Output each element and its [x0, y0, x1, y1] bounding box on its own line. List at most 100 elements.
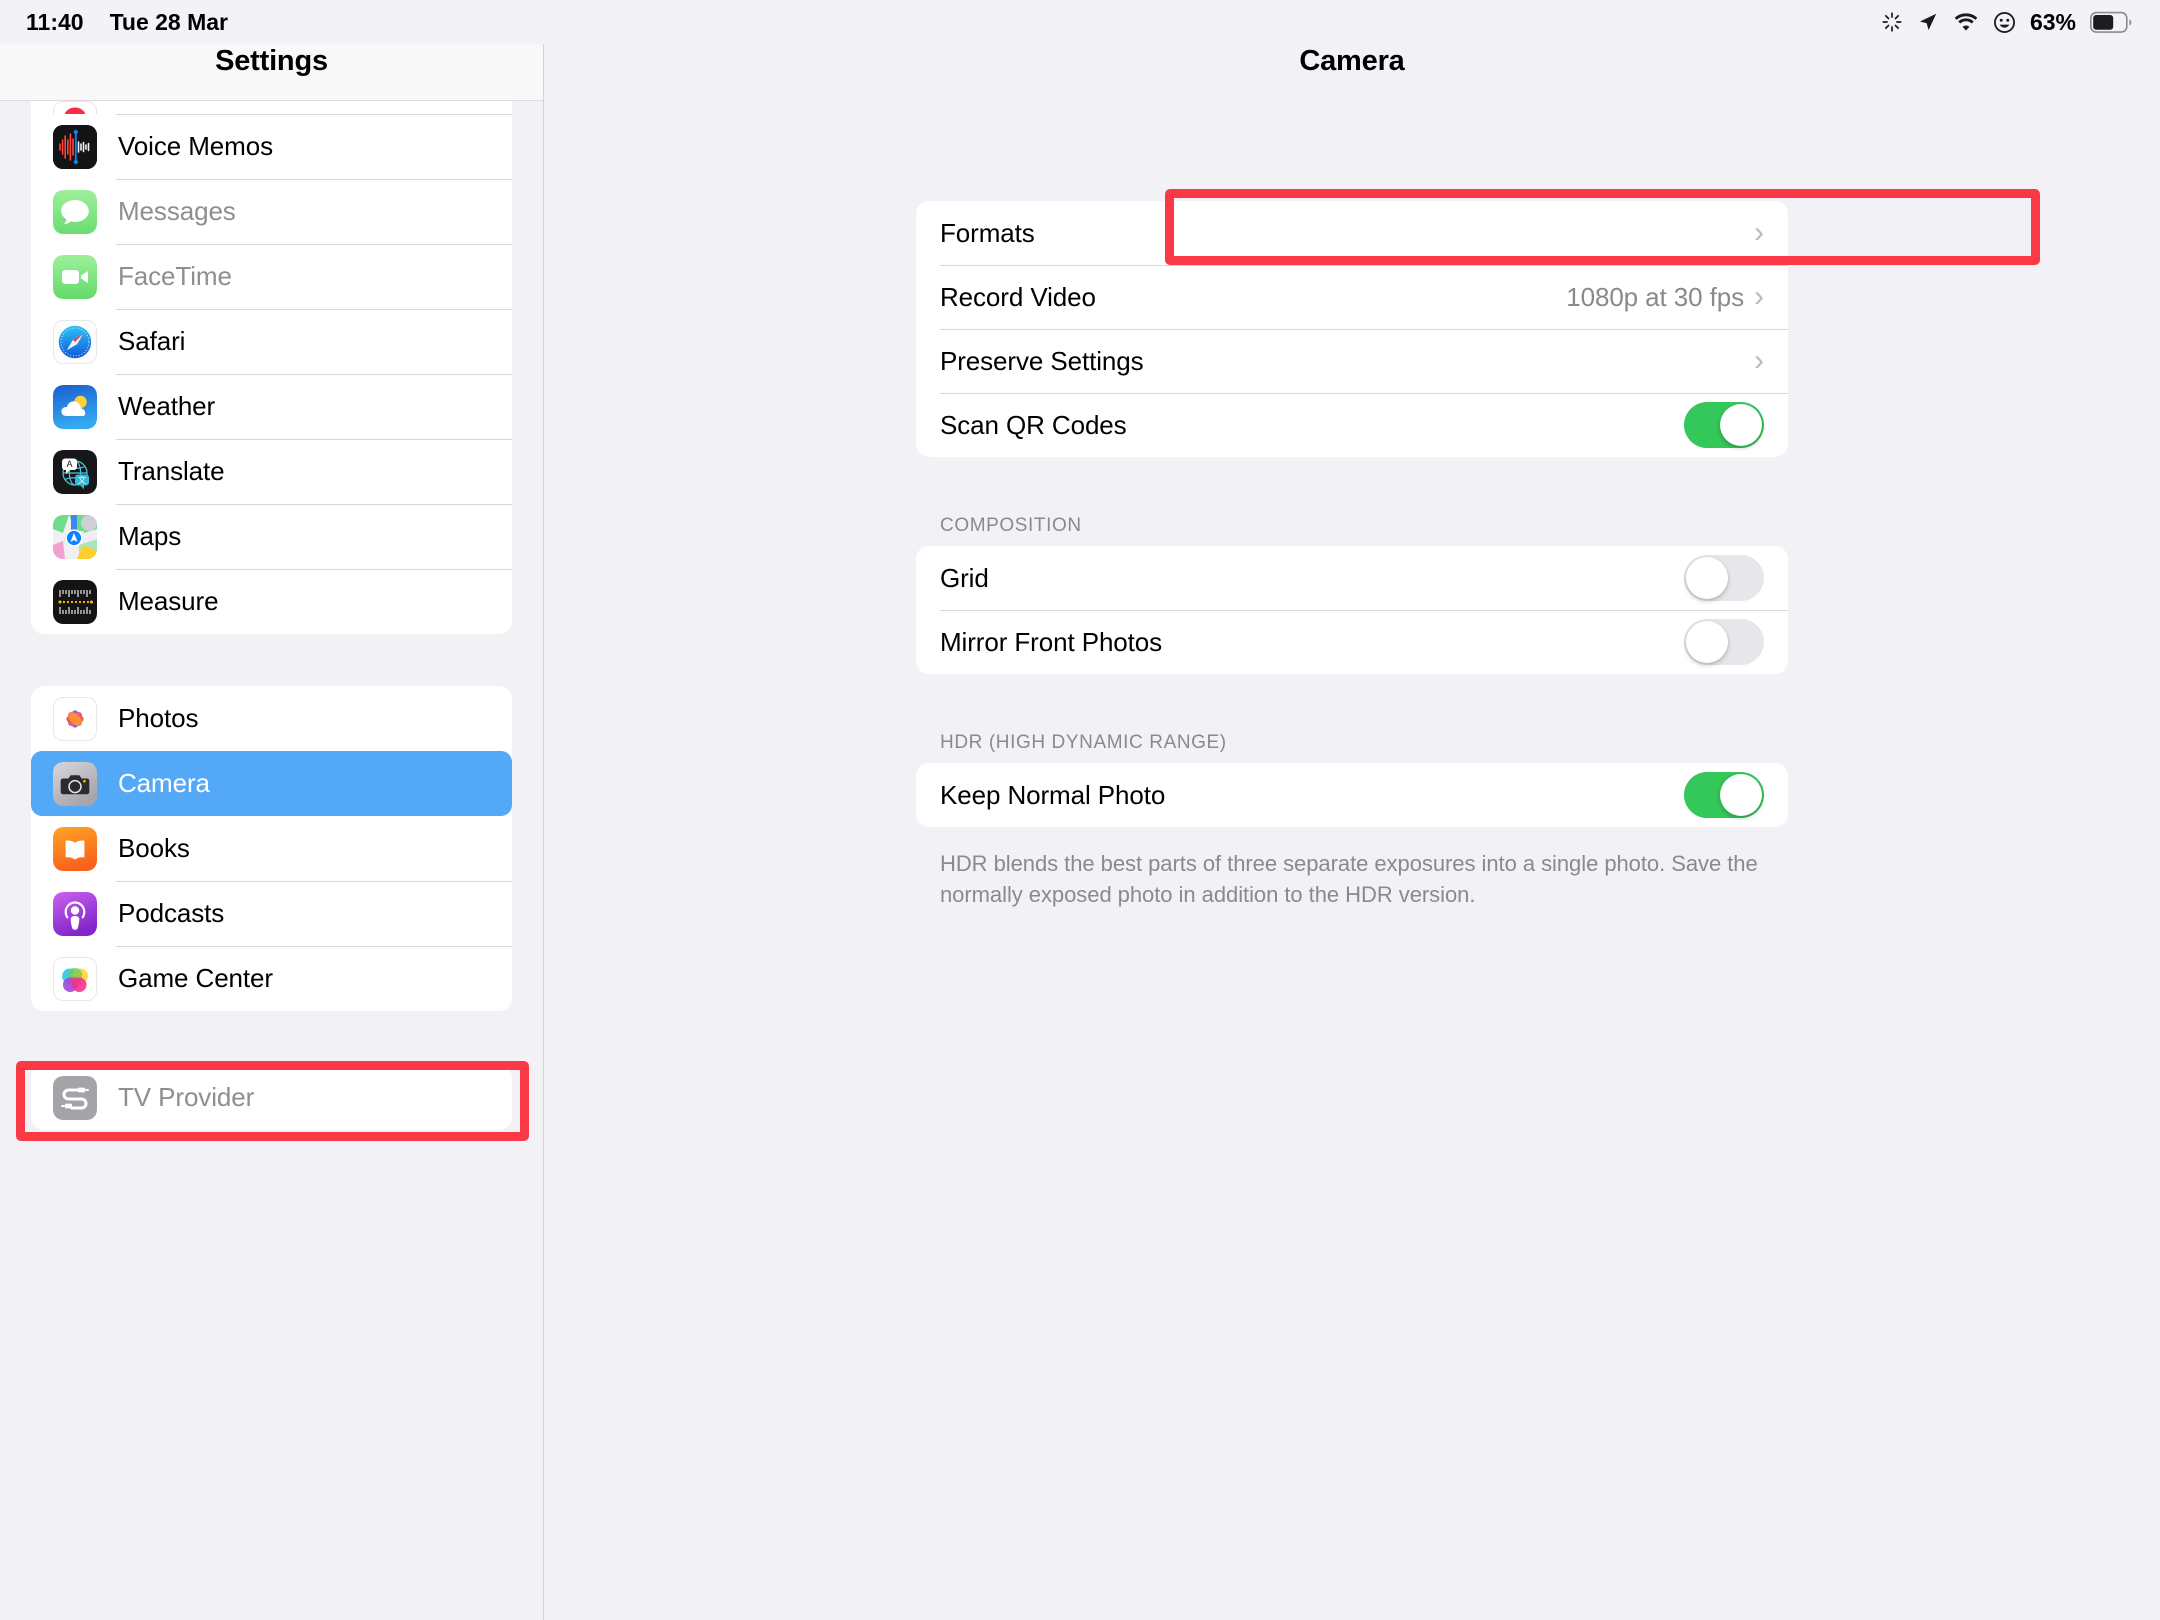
camera-icon: [53, 762, 97, 806]
sidebar-item-voice-memos[interactable]: Voice Memos: [31, 114, 512, 179]
section-header-composition: COMPOSITION: [916, 515, 1788, 546]
sidebar-scroll-area[interactable]: Voice Memos Messages: [0, 101, 543, 1620]
battery-icon: [2090, 11, 2134, 34]
sidebar-item-facetime[interactable]: FaceTime: [31, 244, 512, 309]
chevron-right-icon: ›: [1754, 282, 1764, 312]
measure-icon: [53, 580, 97, 624]
chevron-right-icon: ›: [1754, 346, 1764, 376]
row-label: Mirror Front Photos: [940, 627, 1162, 658]
row-label: Grid: [940, 563, 989, 594]
sidebar-item-label: Photos: [118, 703, 198, 734]
row-mirror-front-photos[interactable]: Mirror Front Photos: [916, 610, 1788, 674]
section-gap-hdr: [544, 674, 2160, 732]
sidebar-gap-2: [0, 1011, 543, 1065]
tv-provider-icon: [53, 1076, 97, 1120]
wifi-icon: [1953, 12, 1979, 32]
hdr-footer-note: HDR blends the best parts of three separ…: [916, 827, 1788, 910]
sidebar-group-tv: TV Provider: [31, 1065, 512, 1130]
game-center-icon: [53, 957, 97, 1001]
sidebar-item-label: Game Center: [118, 963, 273, 994]
page-title: Camera: [1299, 44, 1404, 78]
detail-header: Camera: [544, 44, 2160, 101]
books-icon: [53, 827, 97, 871]
toggle-grid[interactable]: [1684, 555, 1764, 601]
sidebar-item-weather[interactable]: Weather: [31, 374, 512, 439]
status-bar-left: 11:40 Tue 28 Mar: [0, 9, 750, 36]
row-label: Formats: [940, 218, 1035, 249]
row-label: Keep Normal Photo: [940, 780, 1165, 811]
sidebar-item-game-center[interactable]: Game Center: [31, 946, 512, 1011]
toggle-knob: [1686, 557, 1728, 599]
toggle-mirror-front-photos[interactable]: [1684, 619, 1764, 665]
sidebar-item-photos[interactable]: Photos: [31, 686, 512, 751]
sidebar-item-label: Maps: [118, 521, 181, 552]
status-date: Tue 28 Mar: [110, 9, 228, 36]
status-time: 11:40: [26, 9, 84, 36]
sync-spinner-icon: [1881, 11, 1903, 33]
sidebar-group-apps-2: Photos: [31, 686, 512, 1011]
sidebar-title: Settings: [215, 44, 328, 78]
composition-group: Grid Mirror Front Photos: [916, 546, 1788, 674]
row-value: 1080p at 30 fps: [1566, 282, 1754, 313]
face-smile-icon: [1993, 11, 2016, 34]
row-keep-normal-photo[interactable]: Keep Normal Photo: [916, 763, 1788, 827]
sidebar-item-label: Messages: [118, 196, 236, 227]
sidebar-item-camera[interactable]: Camera: [31, 751, 512, 816]
row-label: Record Video: [940, 282, 1096, 313]
row-record-video[interactable]: Record Video 1080p at 30 fps ›: [916, 265, 1788, 329]
sidebar-item-label: Safari: [118, 326, 185, 357]
sidebar-item-label: Books: [118, 833, 190, 864]
sidebar-item-maps[interactable]: Maps: [31, 504, 512, 569]
camera-settings-pane: Camera Formats › Record Video 1080p at 3…: [544, 44, 2160, 1620]
row-formats[interactable]: Formats ›: [916, 201, 1788, 265]
photos-icon: [53, 697, 97, 741]
sidebar-item-label: Voice Memos: [118, 131, 273, 162]
sidebar-item-label: Podcasts: [118, 898, 224, 929]
toggle-knob: [1686, 621, 1728, 663]
sidebar-item-label: Weather: [118, 391, 215, 422]
weather-icon: [53, 385, 97, 429]
location-arrow-icon: [1917, 11, 1939, 33]
row-preserve-settings[interactable]: Preserve Settings ›: [916, 329, 1788, 393]
camera-main-group: Formats › Record Video 1080p at 30 fps ›…: [916, 201, 1788, 457]
sidebar-item-translate[interactable]: A 文 Translate: [31, 439, 512, 504]
toggle-scan-qr-codes[interactable]: [1684, 402, 1764, 448]
row-grid[interactable]: Grid: [916, 546, 1788, 610]
facetime-icon: [53, 255, 97, 299]
svg-text:文: 文: [78, 474, 87, 484]
sidebar-item-label: Camera: [118, 768, 210, 799]
toggle-knob: [1720, 404, 1762, 446]
sidebar-item-podcasts[interactable]: Podcasts: [31, 881, 512, 946]
section-gap-composition: [544, 457, 2160, 515]
partial-app-icon: [53, 101, 97, 114]
sidebar-gap-1: [0, 634, 543, 686]
safari-icon: [53, 320, 97, 364]
svg-text:A: A: [66, 459, 72, 469]
toggle-keep-normal-photo[interactable]: [1684, 772, 1764, 818]
sidebar-item-measure[interactable]: Measure: [31, 569, 512, 634]
voice-memos-icon: [53, 125, 97, 169]
sidebar-item-messages[interactable]: Messages: [31, 179, 512, 244]
sidebar-item-books[interactable]: Books: [31, 816, 512, 881]
maps-icon: [53, 515, 97, 559]
status-bar-right: 63%: [1881, 9, 2160, 36]
messages-icon: [53, 190, 97, 234]
sidebar-item-label: Measure: [118, 586, 218, 617]
translate-icon: A 文: [53, 450, 97, 494]
status-bar: 11:40 Tue 28 Mar: [0, 0, 2160, 44]
row-scan-qr-codes[interactable]: Scan QR Codes: [916, 393, 1788, 457]
section-header-hdr: HDR (HIGH DYNAMIC RANGE): [916, 732, 1788, 763]
sidebar-item-partial[interactable]: [31, 101, 512, 114]
toggle-knob: [1720, 774, 1762, 816]
sidebar-item-safari[interactable]: Safari: [31, 309, 512, 374]
podcasts-icon: [53, 892, 97, 936]
detail-body: Formats › Record Video 1080p at 30 fps ›…: [544, 101, 2160, 1620]
settings-sidebar: Settings: [0, 44, 544, 1620]
row-label: Scan QR Codes: [940, 410, 1127, 441]
split-view: Settings: [0, 44, 2160, 1620]
row-label: Preserve Settings: [940, 346, 1144, 377]
battery-percent-label: 63%: [2030, 9, 2076, 36]
ipad-settings-screen: 11:40 Tue 28 Mar: [0, 0, 2160, 1620]
sidebar-item-tv-provider[interactable]: TV Provider: [31, 1065, 512, 1130]
sidebar-group-apps-1: Voice Memos Messages: [31, 101, 512, 634]
